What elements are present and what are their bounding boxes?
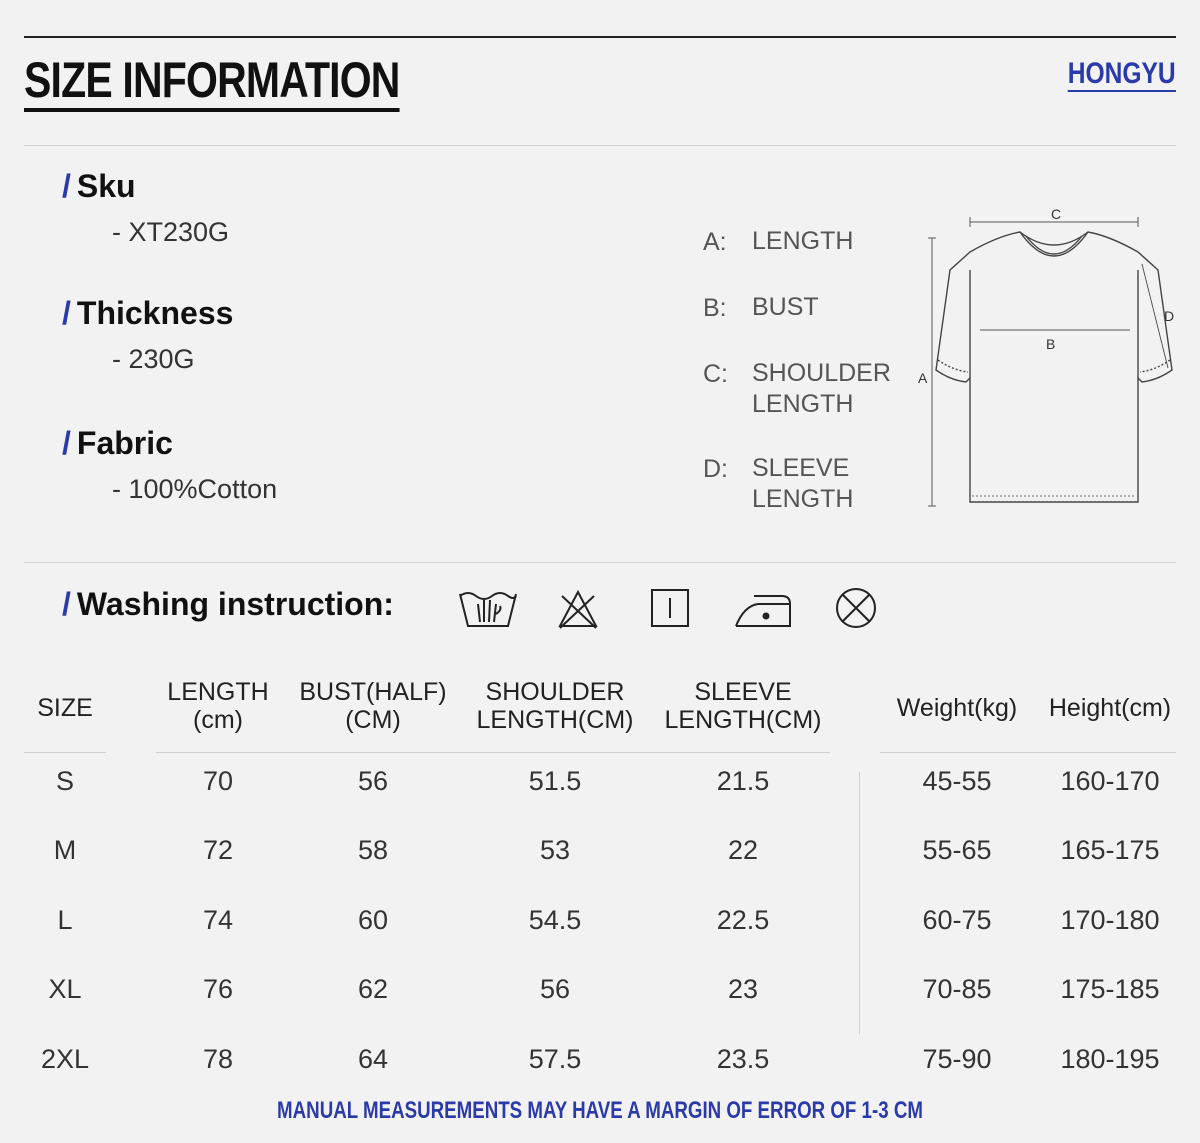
cell-length: 74 [202, 905, 234, 935]
cell-height: 160-170 [1060, 766, 1160, 796]
cell-shoulder: 53 [539, 835, 571, 865]
cell-shoulder: 57.5 [528, 1044, 582, 1074]
cell-bust: 60 [357, 905, 389, 935]
cell-bust: 64 [357, 1044, 389, 1074]
cell-shoulder: 54.5 [528, 905, 582, 935]
cell-shoulder: 51.5 [528, 766, 582, 796]
header-bust: BUST(HALF) (CM) [299, 678, 447, 734]
cell-size: 2XL [40, 1044, 90, 1074]
legend-value-d: SLEEVE LENGTH [752, 454, 854, 513]
header-length: LENGTH (cm) [167, 678, 269, 734]
spec-label: Sku [76, 168, 136, 204]
legend-key-d: D: [703, 455, 728, 483]
cell-length: 72 [202, 835, 234, 865]
cell-size: XL [48, 974, 82, 1004]
no-tumble-dry-icon [836, 588, 876, 628]
column-divider [859, 772, 860, 1034]
cell-shoulder: 56 [539, 974, 571, 1004]
cell-sleeve: 23 [727, 974, 759, 1004]
cell-height: 165-175 [1060, 835, 1160, 865]
diagram-label-d: D [1164, 308, 1174, 324]
header-shoulder: SHOULDER LENGTH(CM) [476, 678, 634, 734]
diagram-label-c: C [1051, 206, 1061, 222]
legend-value-c: SHOULDER LENGTH [752, 359, 891, 418]
spec-label: Fabric [76, 425, 173, 461]
cell-size: M [53, 835, 77, 865]
page-title: SIZE INFORMATION [24, 52, 400, 112]
header-weight: Weight(kg) [896, 694, 1018, 722]
divider [24, 145, 1176, 146]
measurement-disclaimer: MANUAL MEASUREMENTS MAY HAVE A MARGIN OF… [277, 1097, 923, 1124]
cell-weight: 75-90 [922, 1044, 992, 1074]
hand-wash-icon [459, 592, 517, 627]
diagram-label-b: B [1046, 336, 1055, 352]
spec-sku-title: / Sku [62, 168, 136, 204]
cell-weight: 70-85 [922, 974, 992, 1004]
cell-bust: 62 [357, 974, 389, 1004]
header-sleeve: SLEEVE LENGTH(CM) [664, 678, 822, 734]
header-height: Height(cm) [1048, 694, 1172, 722]
header-rule [156, 752, 830, 753]
cell-weight: 45-55 [922, 766, 992, 796]
header-rule [24, 752, 106, 753]
cell-length: 76 [202, 974, 234, 1004]
cell-height: 180-195 [1060, 1044, 1160, 1074]
washing-title: / Washing instruction: [62, 586, 394, 622]
cell-height: 170-180 [1060, 905, 1160, 935]
header-size: SIZE [37, 694, 93, 722]
legend-key-c: C: [703, 360, 728, 388]
no-bleach-icon [558, 589, 598, 629]
diagram-label-a: A [918, 370, 928, 386]
cell-sleeve: 21.5 [716, 766, 770, 796]
top-rule [24, 36, 1176, 38]
cell-bust: 58 [357, 835, 389, 865]
iron-low-icon [735, 595, 791, 627]
cell-length: 70 [202, 766, 234, 796]
tshirt-diagram: C B A D [918, 206, 1174, 507]
cell-weight: 55-65 [922, 835, 992, 865]
line-dry-icon [651, 589, 689, 627]
cell-sleeve: 23.5 [716, 1044, 770, 1074]
cell-bust: 56 [357, 766, 389, 796]
legend-value-a: LENGTH [752, 227, 854, 255]
spec-sku-value: - XT230G [112, 217, 230, 247]
brand-link[interactable]: HONGYU [1068, 58, 1176, 92]
legend-value-b: BUST [752, 293, 819, 321]
cell-sleeve: 22.5 [716, 905, 770, 935]
cell-sleeve: 22 [727, 835, 759, 865]
legend-key-b: B: [703, 294, 727, 322]
spec-fabric-value: - 100%Cotton [112, 474, 278, 504]
spec-fabric-title: / Fabric [62, 425, 173, 461]
cell-length: 78 [202, 1044, 234, 1074]
spec-label: Thickness [76, 295, 234, 331]
divider [24, 562, 1176, 563]
cell-size: L [57, 905, 73, 935]
cell-size: S [55, 766, 74, 796]
cell-weight: 60-75 [922, 905, 992, 935]
spec-thickness-title: / Thickness [62, 295, 234, 331]
legend-key-a: A: [703, 228, 727, 256]
cell-height: 175-185 [1060, 974, 1160, 1004]
spec-thickness-value: - 230G [112, 344, 195, 374]
washing-title-text: Washing instruction: [76, 586, 394, 622]
header-rule [880, 752, 1176, 753]
